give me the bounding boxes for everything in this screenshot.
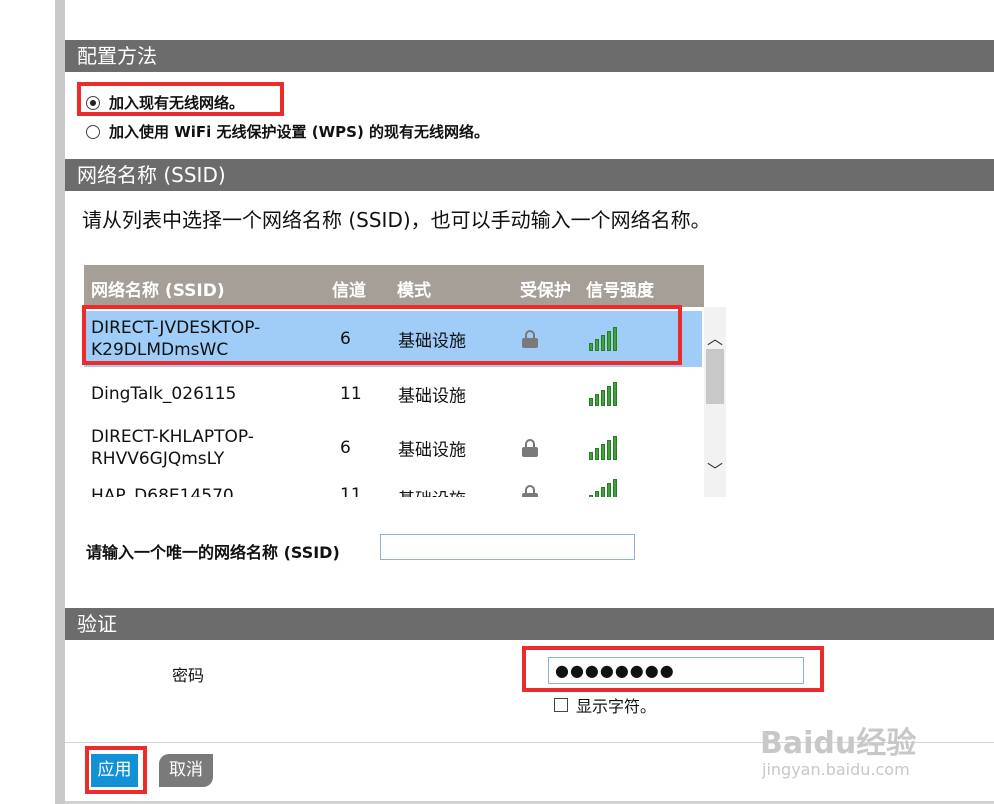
apply-button[interactable]: 应用 xyxy=(91,754,138,787)
show-chars-checkbox[interactable]: 显示字符。 xyxy=(554,693,656,717)
ssid-table: 网络名称 (SSID) 信道 模式 受保护 信号强度 DIRECT-JVDESK… xyxy=(84,265,704,497)
row-ssid: DIRECT-JVDESKTOP- K29DLMDmsWC xyxy=(91,318,261,360)
ssid-input-label: 请输入一个唯一的网络名称 (SSID) xyxy=(86,543,340,562)
row-mode: 基础设施 xyxy=(398,440,466,461)
table-row[interactable]: DIRECT-KHLAPTOP- RHVV6GJQmsLY 6 基础设施 xyxy=(84,420,702,476)
row-channel: 6 xyxy=(340,438,351,458)
col-header-channel[interactable]: 信道 xyxy=(332,276,366,301)
row-channel: 11 xyxy=(340,383,362,404)
ssid-table-header: 网络名称 (SSID) 信道 模式 受保护 信号强度 xyxy=(84,265,704,307)
lock-icon xyxy=(522,330,538,348)
password-label: 密码 xyxy=(172,666,205,685)
table-row[interactable]: DingTalk_026115 11 基础设施 xyxy=(84,367,702,420)
col-header-name[interactable]: 网络名称 (SSID) xyxy=(91,276,225,301)
radio-unchecked-icon[interactable] xyxy=(86,124,100,139)
radio-join-wps[interactable]: 加入使用 WiFi 无线保护设置 (WPS) 的现有无线网络。 xyxy=(86,121,489,142)
scroll-thumb[interactable] xyxy=(706,349,724,404)
ssid-header: 网络名称 (SSID) xyxy=(65,159,994,191)
left-border xyxy=(55,0,65,804)
cancel-button[interactable]: 取消 xyxy=(159,754,213,787)
lock-icon xyxy=(522,439,538,457)
row-ssid: DingTalk_026115 xyxy=(91,383,237,404)
signal-strength-icon xyxy=(589,436,617,460)
col-header-signal[interactable]: 信号强度 xyxy=(586,276,654,301)
lock-icon xyxy=(522,485,538,497)
row-mode: 基础设施 xyxy=(398,386,466,406)
row-ssid: DIRECT-KHLAPTOP- RHVV6GJQmsLY xyxy=(91,427,254,469)
radio-join-existing[interactable]: 加入现有无线网络。 xyxy=(86,92,244,113)
ssid-input[interactable] xyxy=(380,534,635,560)
auth-header: 验证 xyxy=(65,608,994,640)
signal-strength-icon xyxy=(589,381,617,406)
radio-checked-icon[interactable] xyxy=(86,95,100,110)
password-field[interactable]: ●●●●●●●● xyxy=(548,657,804,684)
scroll-down-icon[interactable]: ﹀ xyxy=(707,457,723,481)
signal-strength-icon xyxy=(589,479,617,497)
watermark-url: jingyan.baidu.com xyxy=(762,760,910,779)
ssid-instruction: 请从列表中选择一个网络名称 (SSID)，也可以手动输入一个网络名称。 xyxy=(82,208,711,232)
radio-join-wps-label: 加入使用 WiFi 无线保护设置 (WPS) 的现有无线网络。 xyxy=(109,123,490,141)
row-mode: 基础设施 xyxy=(398,331,466,352)
watermark-logo: Baidu经验 xyxy=(760,726,917,761)
row-ssid: HAP_D68E14570 xyxy=(91,486,234,497)
scroll-up-icon[interactable]: ︿ xyxy=(707,325,723,349)
radio-join-existing-label: 加入现有无线网络。 xyxy=(109,94,245,112)
checkbox-icon[interactable] xyxy=(554,698,568,712)
table-row[interactable]: HAP_D68E14570 11 基础设施 xyxy=(84,479,702,497)
col-header-protected[interactable]: 受保护 xyxy=(520,276,571,301)
table-row[interactable]: DIRECT-JVDESKTOP- K29DLMDmsWC 6 基础设施 xyxy=(84,311,702,367)
row-channel: 6 xyxy=(340,329,351,349)
config-method-header: 配置方法 xyxy=(65,40,994,72)
row-channel: 11 xyxy=(340,485,362,497)
row-mode: 基础设施 xyxy=(398,485,466,497)
col-header-mode[interactable]: 模式 xyxy=(397,276,431,301)
show-chars-label: 显示字符。 xyxy=(576,697,657,716)
signal-strength-icon xyxy=(589,327,617,351)
table-scrollbar[interactable]: ︿ ﹀ xyxy=(704,307,726,497)
